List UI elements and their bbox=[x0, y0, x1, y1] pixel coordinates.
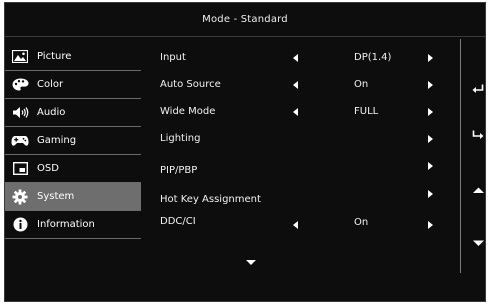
sidebar-item-label: Color bbox=[37, 79, 64, 90]
setting-row-hot-key-assignment[interactable]: Hot Key Assignment bbox=[160, 184, 450, 212]
arrow-right-icon[interactable] bbox=[428, 190, 433, 198]
setting-label: DDC/CI bbox=[160, 216, 196, 227]
picture-icon bbox=[11, 48, 29, 66]
setting-value: On bbox=[354, 217, 369, 228]
setting-row-ddc-ci[interactable]: DDC/CI On bbox=[160, 212, 450, 239]
setting-row-input[interactable]: Input DP(1.4) bbox=[160, 45, 450, 72]
sidebar-item-osd[interactable]: OSD bbox=[5, 155, 141, 183]
arrow-left-icon[interactable] bbox=[293, 221, 298, 229]
sidebar-item-system[interactable]: System bbox=[5, 183, 141, 211]
setting-label: Auto Source bbox=[160, 79, 221, 90]
osd-window-icon bbox=[11, 160, 29, 178]
sidebar-item-label: OSD bbox=[37, 163, 59, 174]
palette-icon bbox=[11, 76, 29, 94]
setting-label: Hot Key Assignment bbox=[160, 194, 261, 205]
settings-list: Input DP(1.4) Auto Source On Wide Mode F… bbox=[160, 45, 450, 239]
sidebar: Picture Color Audio Gaming OSD System In… bbox=[5, 43, 141, 239]
sidebar-item-label: Audio bbox=[37, 107, 66, 118]
enter-icon[interactable] bbox=[471, 128, 485, 142]
setting-row-wide-mode[interactable]: Wide Mode FULL bbox=[160, 99, 450, 126]
gamepad-icon bbox=[11, 132, 29, 150]
sidebar-item-label: System bbox=[37, 191, 75, 202]
setting-label: Wide Mode bbox=[160, 106, 216, 117]
arrow-right-icon[interactable] bbox=[428, 54, 433, 62]
scroll-down-icon[interactable] bbox=[246, 260, 256, 265]
info-icon bbox=[11, 216, 29, 234]
arrow-right-icon[interactable] bbox=[428, 81, 433, 89]
sidebar-item-label: Information bbox=[37, 219, 95, 230]
setting-value: On bbox=[354, 79, 369, 90]
arrow-right-icon[interactable] bbox=[428, 135, 433, 143]
gear-icon bbox=[11, 188, 29, 206]
arrow-right-icon[interactable] bbox=[428, 221, 433, 229]
arrow-right-icon[interactable] bbox=[428, 108, 433, 116]
sidebar-item-picture[interactable]: Picture bbox=[5, 43, 141, 71]
sidebar-item-gaming[interactable]: Gaming bbox=[5, 127, 141, 155]
sidebar-item-audio[interactable]: Audio bbox=[5, 99, 141, 127]
title-bar: Mode - Standard bbox=[5, 3, 485, 37]
sidebar-item-color[interactable]: Color bbox=[5, 71, 141, 99]
osd-menu: Mode - Standard Picture Color Audio Gami… bbox=[4, 2, 486, 302]
sidebar-item-label: Gaming bbox=[37, 135, 77, 146]
setting-row-lighting[interactable]: Lighting bbox=[160, 126, 450, 155]
arrow-right-icon[interactable] bbox=[428, 162, 433, 170]
arrow-left-icon[interactable] bbox=[293, 108, 298, 116]
setting-label: PIP/PBP bbox=[160, 165, 198, 176]
setting-value: DP(1.4) bbox=[354, 52, 392, 63]
up-arrow-icon[interactable] bbox=[471, 183, 485, 197]
setting-row-auto-source[interactable]: Auto Source On bbox=[160, 72, 450, 99]
page-title: Mode - Standard bbox=[202, 14, 288, 25]
sidebar-item-label: Picture bbox=[37, 51, 72, 62]
arrow-left-icon[interactable] bbox=[293, 81, 298, 89]
return-icon[interactable] bbox=[471, 82, 485, 96]
setting-value: FULL bbox=[354, 106, 379, 117]
sidebar-item-information[interactable]: Information bbox=[5, 211, 141, 239]
setting-row-pip-pbp[interactable]: PIP/PBP bbox=[160, 155, 450, 184]
speaker-icon bbox=[11, 104, 29, 122]
arrow-left-icon[interactable] bbox=[293, 54, 298, 62]
down-arrow-icon[interactable] bbox=[471, 236, 485, 250]
setting-label: Lighting bbox=[160, 133, 201, 144]
hint-divider bbox=[460, 39, 461, 273]
setting-label: Input bbox=[160, 52, 186, 63]
